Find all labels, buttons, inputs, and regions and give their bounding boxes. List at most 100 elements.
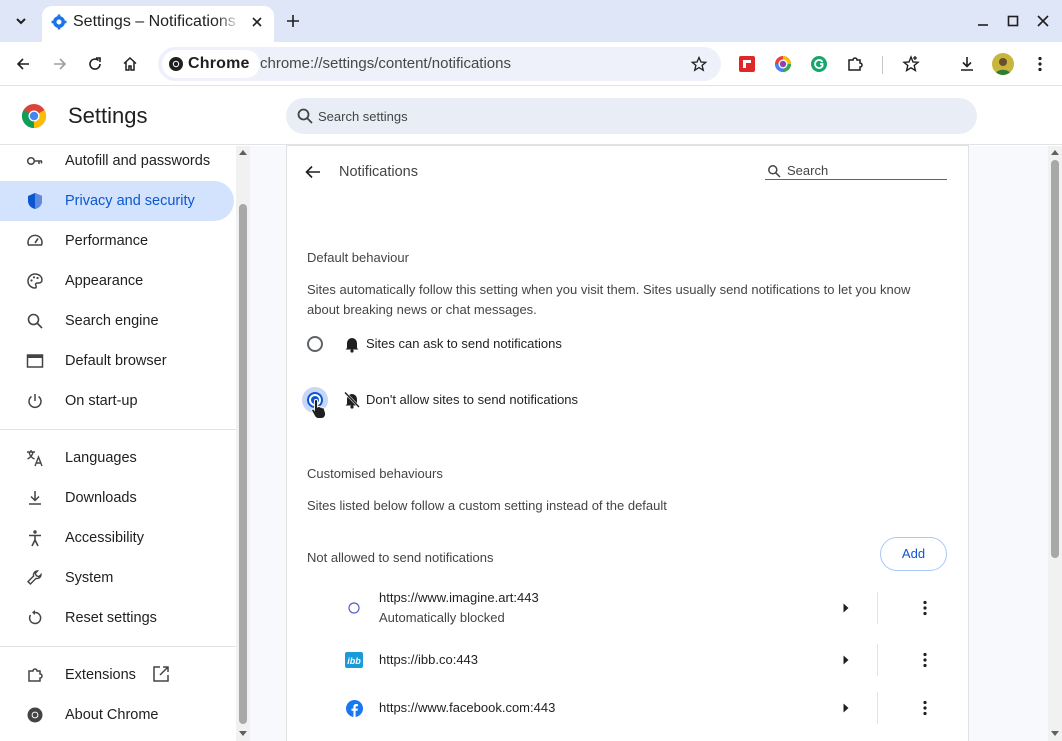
- flipboard-extension[interactable]: [737, 54, 757, 74]
- more-vert-icon: [923, 652, 927, 668]
- more-vert-icon: [923, 600, 927, 616]
- option-sites-can-ask-label[interactable]: Sites can ask to send notifications: [366, 336, 562, 351]
- sidebar: Autofill and passwords Privacy and secur…: [0, 146, 250, 741]
- url-text[interactable]: chrome://settings/content/notifications: [260, 55, 511, 72]
- sidebar-scroll-thumb[interactable]: [239, 204, 247, 724]
- sidebar-item-languages[interactable]: Languages: [0, 438, 234, 478]
- extensions-button[interactable]: [845, 54, 865, 74]
- notifications-search-input[interactable]: [787, 160, 945, 180]
- sidebar-item-label: Appearance: [65, 273, 144, 289]
- forward-button[interactable]: [48, 52, 72, 76]
- home-button[interactable]: [118, 52, 142, 76]
- main-scroll-thumb[interactable]: [1051, 160, 1059, 558]
- palette-icon: [24, 270, 46, 292]
- window-close-icon: [1037, 15, 1049, 27]
- sidebar-item-label: About Chrome: [65, 707, 159, 723]
- tab-title: Settings – Notifications: [73, 13, 236, 30]
- sidebar-item-system[interactable]: System: [0, 558, 234, 598]
- site-more-button[interactable]: [915, 598, 935, 618]
- minimize-button[interactable]: [973, 11, 993, 31]
- translate-icon: [24, 447, 46, 469]
- sidebar-item-performance[interactable]: Performance: [0, 221, 234, 261]
- avatar[interactable]: [992, 53, 1014, 75]
- settings-search-input[interactable]: [318, 98, 918, 134]
- settings-gear-icon: [51, 14, 67, 30]
- maximize-button[interactable]: [1003, 11, 1023, 31]
- radio-sites-can-ask[interactable]: [307, 336, 323, 352]
- site-row[interactable]: https://www.facebook.com:443: [287, 682, 968, 734]
- tab-search-button[interactable]: [8, 8, 34, 34]
- option-dont-allow-label[interactable]: Don't allow sites to send notifications: [366, 392, 578, 407]
- main-scrollbar[interactable]: [1048, 146, 1062, 741]
- site-row[interactable]: https://www.imagine.art:443 Automaticall…: [287, 582, 968, 634]
- site-url: https://www.imagine.art:443: [379, 590, 539, 605]
- sidebar-item-autofill[interactable]: Autofill and passwords: [0, 146, 234, 181]
- forward-arrow-icon: [54, 58, 67, 70]
- menu-button[interactable]: [1028, 52, 1052, 76]
- sidebar-item-reset[interactable]: Reset settings: [0, 598, 234, 638]
- sidebar-item-label: Default browser: [65, 353, 167, 369]
- reset-icon: [24, 607, 46, 629]
- wrench-icon: [24, 567, 46, 589]
- site-details-arrow[interactable]: [839, 701, 853, 715]
- sidebar-item-label: Performance: [65, 233, 149, 249]
- sidebar-item-accessibility[interactable]: Accessibility: [0, 518, 234, 558]
- back-to-site-settings-button[interactable]: [303, 162, 323, 182]
- site-more-button[interactable]: [915, 698, 935, 718]
- site-chip[interactable]: Chrome: [162, 50, 260, 78]
- settings-title: Settings: [68, 103, 148, 128]
- site-details-arrow[interactable]: [839, 653, 853, 667]
- sidebar-item-on-startup[interactable]: On start-up: [0, 381, 234, 421]
- colorful-circle-icon: [775, 56, 791, 72]
- sidebar-scrollbar[interactable]: [236, 146, 250, 741]
- key-icon: [24, 150, 46, 172]
- chip-label: Chrome: [188, 55, 250, 72]
- svg-text:ibb: ibb: [347, 656, 361, 666]
- sidebar-item-about-chrome[interactable]: About Chrome: [0, 695, 234, 735]
- sidebar-item-appearance[interactable]: Appearance: [0, 261, 234, 301]
- sidebar-item-privacy[interactable]: Privacy and security: [0, 181, 234, 221]
- address-bar[interactable]: Chrome chrome://settings/content/notific…: [158, 47, 721, 81]
- tab-strip: Settings – Notifications: [0, 0, 1062, 42]
- sidebar-item-label: On start-up: [65, 393, 138, 409]
- add-site-button[interactable]: Add: [880, 537, 947, 571]
- sidebar-item-label: Downloads: [65, 490, 137, 506]
- color-extension[interactable]: [773, 54, 793, 74]
- window-close-button[interactable]: [1033, 11, 1053, 31]
- sidebar-item-extensions[interactable]: Extensions: [0, 655, 234, 695]
- settings-search[interactable]: [286, 98, 977, 134]
- bookmarks-button[interactable]: [901, 54, 921, 74]
- sidebar-item-label: Search engine: [65, 313, 159, 329]
- tab-settings[interactable]: Settings – Notifications: [42, 6, 274, 42]
- sidebar-item-label: Accessibility: [65, 530, 144, 546]
- site-details-arrow[interactable]: [839, 601, 853, 615]
- scroll-up-icon: [1051, 150, 1059, 155]
- tab-close-button[interactable]: [247, 12, 267, 32]
- download-icon: [24, 487, 46, 509]
- default-behaviour-heading: Default behaviour: [307, 250, 409, 265]
- chevron-down-icon: [16, 18, 26, 25]
- site-row[interactable]: ibb https://ibb.co:443: [287, 634, 968, 686]
- site-more-button[interactable]: [915, 650, 935, 670]
- back-button[interactable]: [11, 52, 35, 76]
- arrow-right-icon: [843, 703, 849, 713]
- new-tab-button[interactable]: [281, 9, 305, 33]
- speedometer-icon: [24, 230, 46, 252]
- circle-outline-icon: [345, 599, 363, 617]
- grammarly-icon: [811, 56, 827, 72]
- site-status: Automatically blocked: [379, 610, 505, 625]
- page-title: Notifications: [339, 164, 418, 180]
- bell-off-icon: [343, 391, 361, 409]
- downloads-button[interactable]: [957, 54, 977, 74]
- star-icon: [691, 56, 707, 72]
- sidebar-item-label: Reset settings: [65, 610, 157, 626]
- sidebar-item-downloads[interactable]: Downloads: [0, 478, 234, 518]
- sidebar-item-search-engine[interactable]: Search engine: [0, 301, 234, 341]
- more-vert-icon: [1038, 56, 1042, 72]
- bookmark-button[interactable]: [689, 54, 709, 74]
- reload-button[interactable]: [83, 52, 107, 76]
- arrow-right-icon: [843, 655, 849, 665]
- grammarly-extension[interactable]: [809, 54, 829, 74]
- notifications-search[interactable]: [765, 160, 947, 180]
- sidebar-item-default-browser[interactable]: Default browser: [0, 341, 234, 381]
